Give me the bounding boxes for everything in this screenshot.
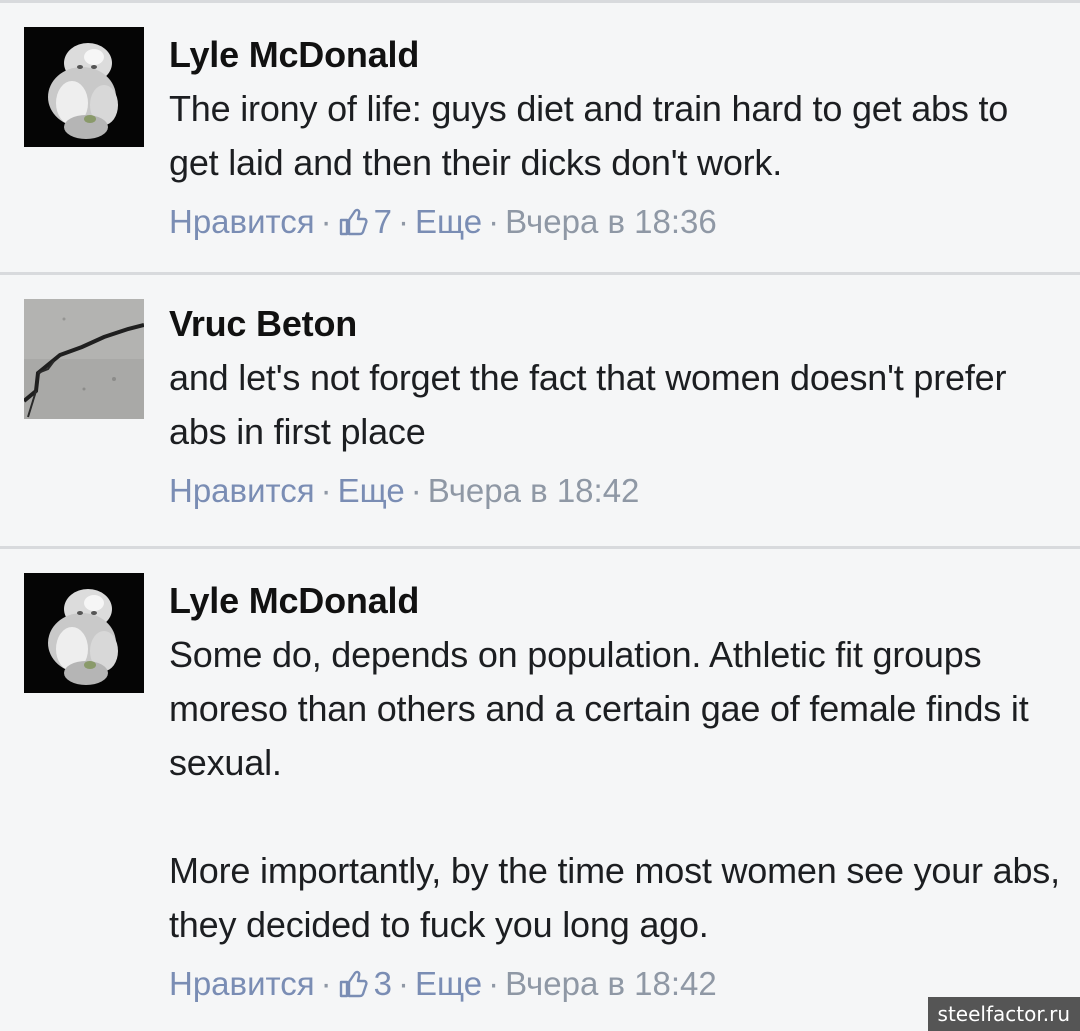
divider	[0, 546, 1080, 549]
like-link[interactable]: Нравится	[169, 965, 315, 1002]
like-count[interactable]: 3	[374, 965, 392, 1002]
avatar[interactable]	[24, 299, 144, 419]
comment-author[interactable]: Lyle McDonald	[169, 28, 1060, 82]
comment-paragraph: More importantly, by the time most women…	[169, 850, 1060, 945]
comment-meta: Нравится · Еще · Вчера в 18:42	[169, 469, 1060, 513]
comment-timestamp: Вчера в 18:36	[505, 203, 717, 240]
separator: ·	[488, 965, 500, 1002]
like-link[interactable]: Нравится	[169, 472, 315, 509]
separator: ·	[320, 965, 332, 1002]
like-link[interactable]: Нравится	[169, 203, 315, 240]
divider	[0, 272, 1080, 275]
comment-meta: Нравится · 3 · Еще · Вчера в 18:42	[169, 962, 1060, 1010]
comment-text: and let's not forget the fact that women…	[169, 351, 1060, 459]
avatar[interactable]	[24, 573, 144, 693]
comment-meta: Нравится · 7 · Еще · Вчера в 18:36	[169, 200, 1060, 248]
thumbs-up-icon[interactable]	[338, 966, 368, 1010]
separator: ·	[488, 203, 500, 240]
white-gorilla-icon	[24, 573, 144, 693]
thumbs-up-icon[interactable]	[338, 204, 368, 248]
comment-timestamp: Вчера в 18:42	[427, 472, 640, 509]
comment-paragraph: and let's not forget the fact that women…	[169, 357, 1007, 452]
separator: ·	[397, 965, 409, 1002]
divider	[0, 0, 1080, 3]
separator: ·	[410, 472, 422, 509]
comment-paragraph: The irony of life: guys diet and train h…	[169, 88, 1009, 183]
like-count[interactable]: 7	[374, 203, 392, 240]
separator: ·	[320, 203, 332, 240]
separator: ·	[397, 203, 409, 240]
more-link[interactable]: Еще	[338, 472, 405, 509]
watermark: steelfactor.ru	[927, 997, 1080, 1031]
white-gorilla-icon	[24, 27, 144, 147]
comment-author[interactable]: Lyle McDonald	[169, 574, 1060, 628]
comment-text: The irony of life: guys diet and train h…	[169, 82, 1060, 190]
separator: ·	[320, 472, 332, 509]
avatar[interactable]	[24, 27, 144, 147]
cracked-concrete-icon	[24, 299, 144, 419]
more-link[interactable]: Еще	[415, 203, 482, 240]
comment-timestamp: Вчера в 18:42	[505, 965, 717, 1002]
comment-paragraph: Some do, depends on population. Athletic…	[169, 634, 1029, 783]
comment-text: Some do, depends on population. Athletic…	[169, 628, 1060, 952]
more-link[interactable]: Еще	[415, 965, 482, 1002]
comment-author[interactable]: Vruc Beton	[169, 297, 1060, 351]
